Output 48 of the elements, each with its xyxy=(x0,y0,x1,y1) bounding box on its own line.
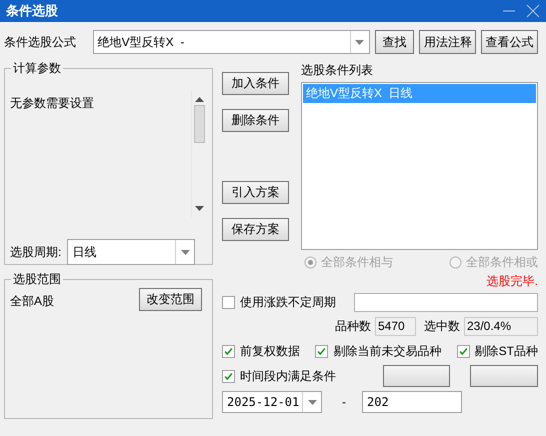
checkbox-label: 使用涨跌不定周期 xyxy=(240,294,336,311)
count-field: 23/0.4% xyxy=(464,317,538,336)
scope-value: 全部A股 xyxy=(10,293,54,310)
close-icon[interactable] xyxy=(526,4,540,18)
action-button[interactable]: 加入条件 xyxy=(222,72,289,95)
action-button[interactable]: 删除条件 xyxy=(222,109,289,132)
list-title: 选股条件列表 xyxy=(301,62,374,79)
change-scope-button[interactable]: 改变范围 xyxy=(139,288,202,311)
period-combo[interactable]: 日线 xyxy=(67,239,196,265)
checkbox-label: 前复权数据 xyxy=(240,343,300,360)
checkbox[interactable] xyxy=(222,345,235,358)
group-title: 计算参数 xyxy=(11,60,63,77)
window-title: 条件选股 xyxy=(6,2,59,20)
action-button[interactable]: 引入方案 xyxy=(222,181,289,204)
start-date-combo[interactable]: 2025-12-01 xyxy=(222,391,322,413)
checkbox[interactable] xyxy=(222,370,235,382)
blank-button[interactable] xyxy=(470,365,538,387)
toolbar-button[interactable]: 用法注释 xyxy=(419,30,476,54)
count-label: 品种数 xyxy=(335,318,371,335)
toolbar-button[interactable]: 查找 xyxy=(374,30,414,54)
dropdown-arrow-icon xyxy=(355,40,364,44)
checkbox-label: 剔除当前未交易品种 xyxy=(333,343,442,360)
checkbox[interactable] xyxy=(315,345,328,358)
params-message: 无参数需要设置 xyxy=(10,95,94,112)
end-date-combo[interactable]: 202 xyxy=(362,391,462,413)
blank-button[interactable] xyxy=(383,365,450,387)
dropdown-arrow-icon xyxy=(180,250,190,254)
scroll-down-icon[interactable] xyxy=(195,206,204,211)
date-separator: - xyxy=(342,395,346,409)
checkbox-label: 时间段内满足条件 xyxy=(240,368,336,384)
period-input[interactable] xyxy=(354,293,538,312)
action-button[interactable]: 保存方案 xyxy=(222,218,289,241)
dropdown-arrow-icon xyxy=(308,400,316,404)
period-label: 选股周期: xyxy=(10,244,62,260)
toolbar-button[interactable]: 查看公式 xyxy=(481,30,538,54)
scroll-up-icon[interactable] xyxy=(195,97,204,102)
formula-combo[interactable]: 绝地V型反转X - xyxy=(92,30,370,54)
count-field: 5470 xyxy=(375,317,416,336)
group-title: 选股范围 xyxy=(11,271,63,288)
checkbox[interactable] xyxy=(456,345,470,358)
radio-label: 全部条件相或 xyxy=(466,254,538,271)
checkbox-label: 剔除ST品种 xyxy=(474,343,538,360)
scroll-thumb[interactable] xyxy=(194,105,205,143)
count-label: 选中数 xyxy=(424,318,460,335)
radio-label: 全部条件相与 xyxy=(321,254,393,271)
checkbox[interactable] xyxy=(222,296,235,309)
status-text: 选股完毕. xyxy=(486,274,538,288)
formula-label: 条件选股公式 xyxy=(4,34,77,50)
